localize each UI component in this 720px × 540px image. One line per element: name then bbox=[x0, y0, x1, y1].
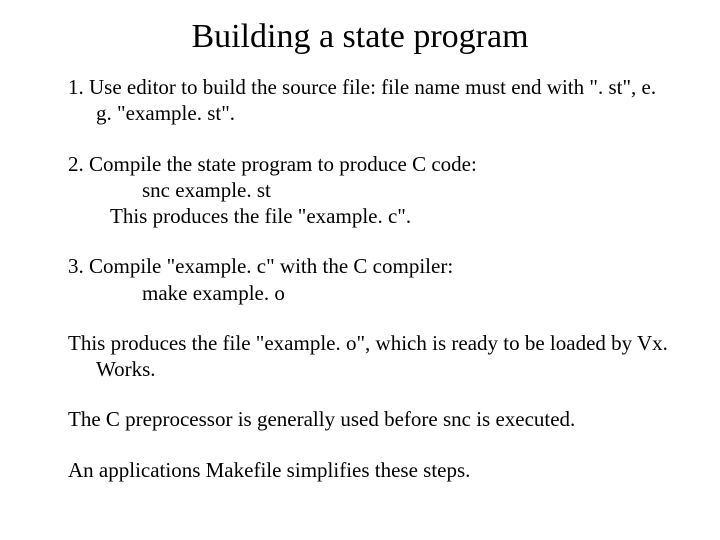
paragraph-preprocessor: The C preprocessor is generally used bef… bbox=[50, 406, 670, 432]
slide-title: Building a state program bbox=[50, 18, 670, 56]
step-3-line1: 3. Compile "example. c" with the C compi… bbox=[50, 253, 670, 279]
step-2-result: This produces the file "example. c". bbox=[50, 203, 670, 229]
paragraph-makefile: An applications Makefile simplifies thes… bbox=[50, 457, 670, 483]
step-1: 1. Use editor to build the source file: … bbox=[50, 74, 670, 127]
slide-container: Building a state program 1. Use editor t… bbox=[0, 0, 720, 483]
step-2-line1: 2. Compile the state program to produce … bbox=[50, 151, 670, 177]
step-2: 2. Compile the state program to produce … bbox=[50, 151, 670, 230]
paragraph-output: This produces the file "example. o", whi… bbox=[50, 330, 670, 383]
step-2-command: snc example. st bbox=[50, 177, 670, 203]
step-3: 3. Compile "example. c" with the C compi… bbox=[50, 253, 670, 306]
step-3-command: make example. o bbox=[50, 280, 670, 306]
